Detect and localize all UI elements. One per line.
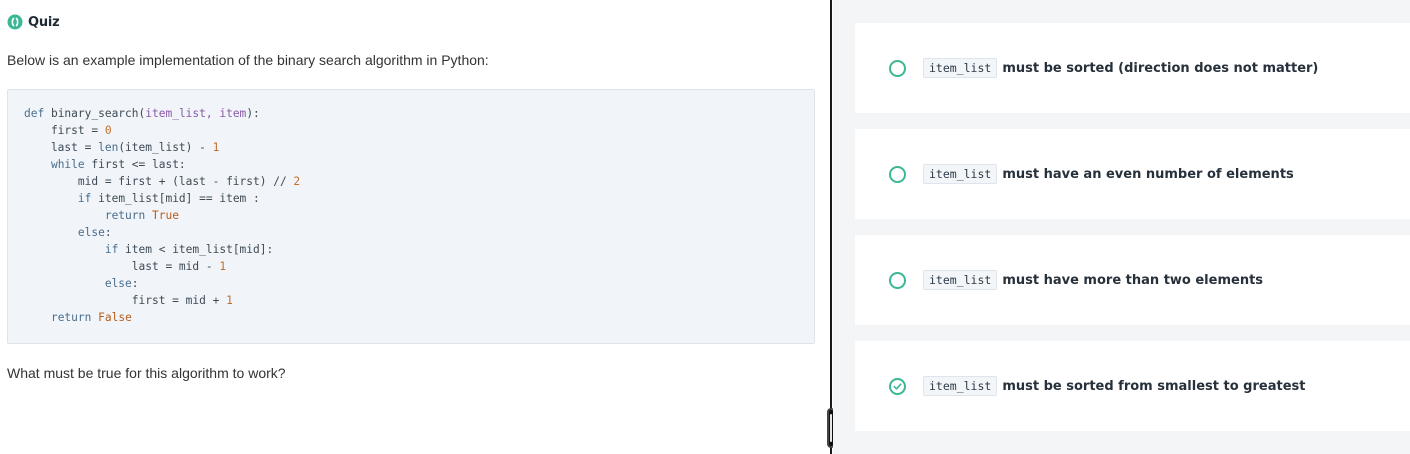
code-line: while first <= last: [50, 158, 186, 171]
answer-option-2[interactable]: item_list must have an even number of el… [855, 129, 1410, 219]
code-content: def binary_search(item_list, item): firs… [24, 105, 300, 326]
panel-divider [830, 0, 832, 454]
intro-text: Below is an example implementation of th… [7, 52, 489, 68]
answer-code: item_list [923, 58, 998, 78]
code-line: return False [50, 311, 132, 324]
check-circle-icon[interactable] [889, 377, 906, 395]
answer-code: item_list [923, 270, 998, 290]
code-line: def binary_search(item_list, item): [24, 107, 260, 120]
code-line: mid = first + (last - first) // 2 [24, 175, 301, 188]
code-line: return True [104, 209, 179, 222]
quiz-icon [7, 14, 23, 30]
code-line: if item_list[mid] == item : [77, 192, 260, 205]
answer-label: must have an even number of elements [1002, 166, 1294, 182]
answer-text: item_list must have more than two elemen… [923, 270, 1263, 290]
answer-label: must have more than two elements [1002, 272, 1264, 288]
quiz-header: Quiz [7, 14, 60, 30]
code-line: if item < item_list[mid]: [104, 243, 274, 256]
radio-empty-icon[interactable] [889, 165, 906, 183]
code-line: last = mid - 1 [24, 260, 227, 273]
answer-text: item_list must have an even number of el… [923, 164, 1294, 184]
answers-panel: item_list must be sorted (direction does… [833, 0, 1410, 454]
code-line: else: [104, 277, 139, 290]
answer-text: item_list must be sorted from smallest t… [923, 376, 1305, 396]
answer-code: item_list [923, 376, 998, 396]
answer-option-3[interactable]: item_list must have more than two elemen… [855, 235, 1410, 325]
answer-text: item_list must be sorted (direction does… [923, 58, 1318, 78]
code-line: else: [77, 226, 112, 239]
answer-label: must be sorted (direction does not matte… [1002, 60, 1319, 76]
answer-code: item_list [923, 164, 998, 184]
answer-label: must be sorted from smallest to greatest [1002, 378, 1306, 394]
quiz-title: Quiz [28, 14, 60, 30]
code-line: first = mid + 1 [24, 294, 233, 307]
code-line: last = len(item_list) - 1 [24, 141, 220, 154]
radio-empty-icon[interactable] [889, 59, 906, 77]
question-text: What must be true for this algorithm to … [7, 365, 286, 381]
quiz-panel: Quiz Below is an example implementation … [0, 0, 830, 454]
code-block: def binary_search(item_list, item): firs… [7, 89, 815, 344]
answer-option-4[interactable]: item_list must be sorted from smallest t… [855, 341, 1410, 431]
code-line: first = 0 [24, 124, 112, 137]
radio-empty-icon[interactable] [889, 271, 906, 289]
answer-option-1[interactable]: item_list must be sorted (direction does… [855, 23, 1410, 113]
